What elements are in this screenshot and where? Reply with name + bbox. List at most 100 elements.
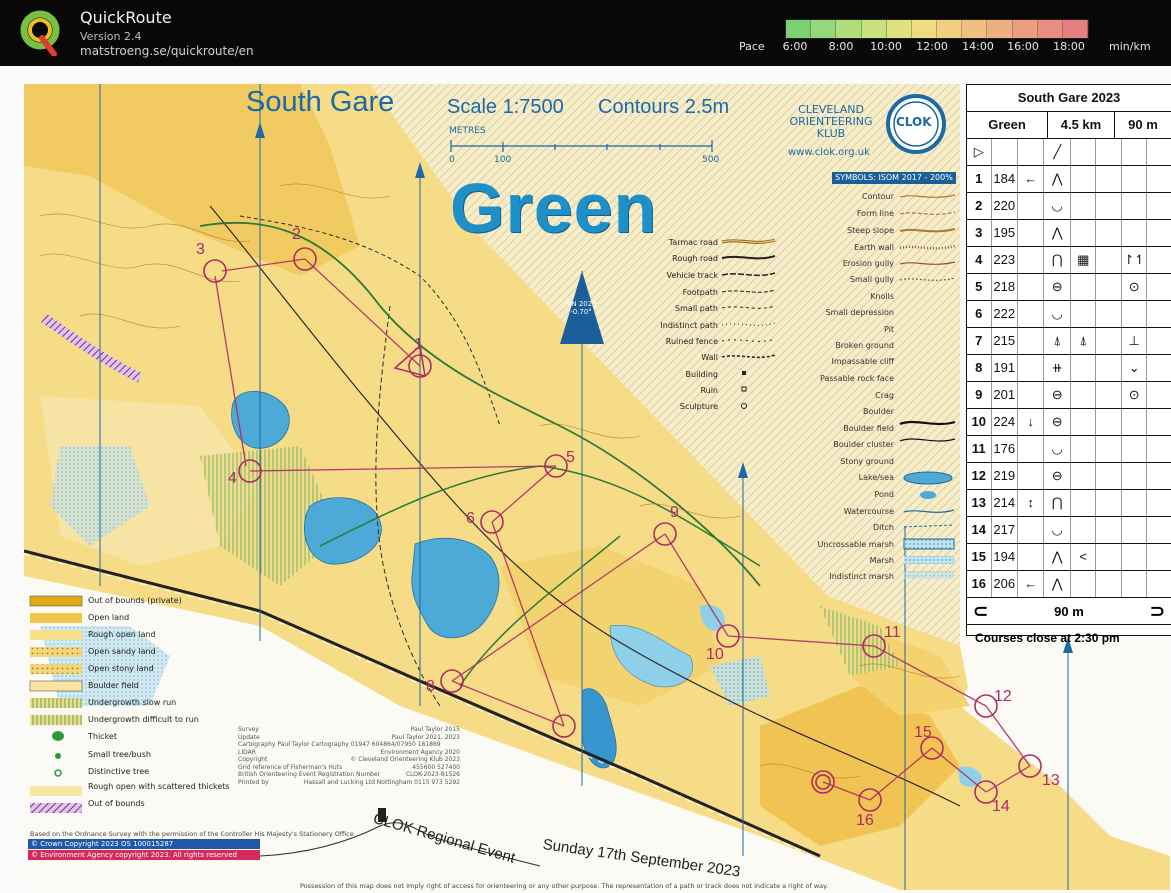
pace-color-cell xyxy=(836,20,862,38)
legend-left-item: Rough open land xyxy=(88,630,156,639)
legend-mid-item: Indistinct path xyxy=(660,321,718,330)
desc-dimension xyxy=(1096,463,1122,489)
desc-code: 214 xyxy=(992,490,1018,516)
desc-location-icon: ⌄ xyxy=(1122,355,1148,381)
desc-direction-icon: ← xyxy=(1018,166,1045,192)
desc-climb: 90 m xyxy=(1128,117,1158,132)
desc-control-row: 5 218 ⊖ ⊙ xyxy=(967,274,1171,301)
desc-feature-icon: ⋀ xyxy=(1044,571,1071,597)
desc-dimension xyxy=(1096,193,1122,219)
desc-control-row: 6 222 ◡ xyxy=(967,301,1171,328)
desc-code: 223 xyxy=(992,247,1018,273)
desc-other xyxy=(1147,274,1171,300)
desc-other xyxy=(1147,409,1171,435)
desc-dimension xyxy=(1096,517,1122,543)
desc-number: 13 xyxy=(967,490,992,516)
legend-right-item: Crag xyxy=(875,391,894,400)
desc-other xyxy=(1147,166,1171,192)
legend-left-item: Out of bounds (private) xyxy=(88,596,182,605)
desc-appearance-icon xyxy=(1071,166,1097,192)
desc-other xyxy=(1147,220,1171,246)
pace-color-cell xyxy=(786,20,812,38)
desc-feature-icon: ⊖ xyxy=(1044,382,1071,408)
copyright-ea: © Environment Agency copyright 2023. All… xyxy=(28,850,260,860)
legend-mid-item: Footpath xyxy=(682,288,718,297)
desc-dimension xyxy=(1096,409,1122,435)
legend-right-item: Marsh xyxy=(869,556,894,565)
credit-label: Survey xyxy=(238,726,259,733)
desc-appearance-icon xyxy=(1071,571,1097,597)
legend-right-item: Boulder cluster xyxy=(833,440,894,449)
control-number: 16 xyxy=(856,812,874,829)
map-title: South Gare xyxy=(246,86,395,118)
desc-control-row: 4 223 ⋂ ▦ ↾↿ xyxy=(967,247,1171,274)
credit-row: Update Paul Taylor 2021, 2023 xyxy=(238,734,460,742)
desc-direction-icon xyxy=(1018,220,1045,246)
desc-finish-row: ⊂ 90 m ⊃ xyxy=(967,598,1171,625)
legend-mid-item: Small path xyxy=(675,304,718,313)
desc-location-icon xyxy=(1122,436,1148,462)
pace-unit: min/km xyxy=(1109,40,1151,53)
desc-location-icon: ⊙ xyxy=(1122,382,1148,408)
survey-note: Based on the Ordnance Survey with the pe… xyxy=(30,830,354,838)
pace-color-cell xyxy=(1037,20,1063,38)
desc-feature-icon: ⍋ xyxy=(1044,328,1071,354)
control-number: 4 xyxy=(228,470,237,487)
legend-right-item: Steep slope xyxy=(847,226,894,235)
pace-tick-label: 8:00 xyxy=(828,40,854,53)
pace-color-cell xyxy=(811,20,837,38)
legend-left-item: Out of bounds xyxy=(88,799,145,808)
credit-value: © Cleveland Orienteering Klub 2023 xyxy=(350,756,460,763)
desc-appearance-icon xyxy=(1071,301,1097,327)
credit-value: 455600 527400 xyxy=(412,763,460,771)
finish-distance: 90 m xyxy=(1054,603,1084,619)
legend-right-item: Impassable cliff xyxy=(831,357,895,366)
desc-location-icon xyxy=(1122,517,1148,543)
desc-appearance-icon xyxy=(1071,220,1097,246)
desc-number: 4 xyxy=(967,247,992,273)
desc-dimension xyxy=(1096,544,1122,570)
control-number: 2 xyxy=(292,226,301,243)
desc-feature-icon: ⋀ xyxy=(1044,220,1071,246)
pace-color-cell xyxy=(1012,20,1038,38)
desc-control-row: 2 220 ◡ xyxy=(967,193,1171,220)
credit-row: Grid reference of Fisherman's Huts 455600… xyxy=(238,764,460,772)
copyright-os: © Crown Copyright 2023 OS 100015287 xyxy=(28,839,260,849)
desc-other xyxy=(1147,328,1171,354)
desc-appearance-icon: ⍋ xyxy=(1071,328,1097,354)
app-title: QuickRoute xyxy=(80,8,172,27)
desc-other xyxy=(1147,490,1171,516)
desc-dimension xyxy=(1096,247,1122,273)
desc-other xyxy=(1147,355,1171,381)
legend-right-item: Ditch xyxy=(873,523,894,532)
symbols-badge: SYMBOLS: ISOM 2017 - 200% xyxy=(832,172,956,184)
credit-label: LIDAR xyxy=(238,748,256,756)
desc-appearance-icon xyxy=(1071,355,1097,381)
desc-dimension xyxy=(1096,220,1122,246)
legend-right-item: Watercourse xyxy=(843,507,894,516)
desc-location-icon xyxy=(1122,571,1148,597)
desc-location-icon xyxy=(1122,409,1148,435)
app-url[interactable]: matstroeng.se/quickroute/en xyxy=(80,44,254,58)
map-scale: Scale 1:7500 xyxy=(447,96,564,118)
desc-other xyxy=(1147,193,1171,219)
desc-start-row: ▷ ╱ xyxy=(967,139,1171,166)
desc-course: Green xyxy=(967,112,1048,138)
legend-right-item: Pond xyxy=(874,490,894,499)
desc-code: 184 xyxy=(992,166,1018,192)
desc-code: 224 xyxy=(992,409,1018,435)
desc-rows: 1 184 ← ⋀ 2 220 ◡ 3 195 ⋀ 4 223 ⋂ ▦ ↾↿ 5 218 ⊖ ⊙ 6 222 ◡ 7 215 ⍋… xyxy=(967,166,1171,598)
scalebar-tick: 500 xyxy=(702,155,720,165)
desc-feature-icon: ◡ xyxy=(1044,193,1071,219)
control-number: 9 xyxy=(670,504,679,521)
legend-right-item: Boulder field xyxy=(843,424,894,433)
desc-control-row: 7 215 ⍋ ⍋ ⊥ xyxy=(967,328,1171,355)
start-feature-icon: ╱ xyxy=(1044,139,1071,165)
desc-location-icon xyxy=(1122,490,1148,516)
desc-location-icon: ⊙ xyxy=(1122,274,1148,300)
desc-location-icon xyxy=(1122,220,1148,246)
desc-code: 206 xyxy=(992,571,1018,597)
desc-control-row: 8 191 ⧺ ⌄ xyxy=(967,355,1171,382)
desc-feature-icon: ⋀ xyxy=(1044,166,1071,192)
desc-appearance-icon xyxy=(1071,490,1097,516)
